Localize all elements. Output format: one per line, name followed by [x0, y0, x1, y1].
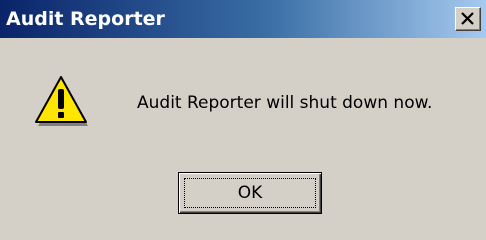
close-button[interactable] — [455, 7, 481, 31]
message-dialog: Audit Reporter Audit Reporter will shut … — [0, 0, 486, 240]
warning-icon — [35, 76, 88, 126]
close-icon — [461, 12, 474, 25]
ok-button[interactable]: OK — [178, 172, 322, 214]
ok-button-label: OK — [237, 183, 263, 203]
title-bar[interactable]: Audit Reporter — [0, 0, 486, 38]
window-title: Audit Reporter — [6, 8, 165, 30]
dialog-message: Audit Reporter will shut down now. — [137, 93, 433, 113]
